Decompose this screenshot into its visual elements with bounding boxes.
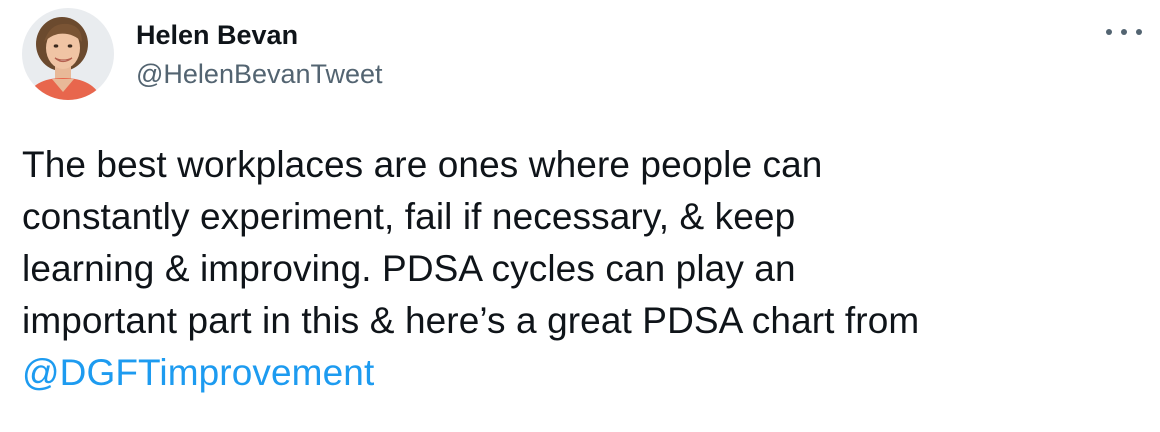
tweet-card: Helen Bevan @HelenBevanTweet The best wo… xyxy=(0,0,1160,432)
tweet-text: The best workplaces are ones where peopl… xyxy=(22,139,1152,399)
mention-link[interactable]: @DGFTimprovement xyxy=(22,347,1152,399)
avatar-image xyxy=(22,8,114,100)
more-dot xyxy=(1106,29,1112,35)
more-dot xyxy=(1136,29,1142,35)
avatar[interactable] xyxy=(22,8,114,100)
tweet-text-line: The best workplaces are ones where peopl… xyxy=(22,144,823,185)
more-dot xyxy=(1121,29,1127,35)
tweet-header: Helen Bevan @HelenBevanTweet xyxy=(22,8,383,100)
tweet-text-line: constantly experiment, fail if necessary… xyxy=(22,196,796,237)
author-name[interactable]: Helen Bevan xyxy=(136,18,383,52)
more-options-icon[interactable] xyxy=(1106,20,1142,44)
tweet-text-line: learning & improving. PDSA cycles can pl… xyxy=(22,248,796,289)
author-info: Helen Bevan @HelenBevanTweet xyxy=(136,18,383,91)
author-handle[interactable]: @HelenBevanTweet xyxy=(136,57,383,91)
tweet-text-line: important part in this & here’s a great … xyxy=(22,300,920,341)
